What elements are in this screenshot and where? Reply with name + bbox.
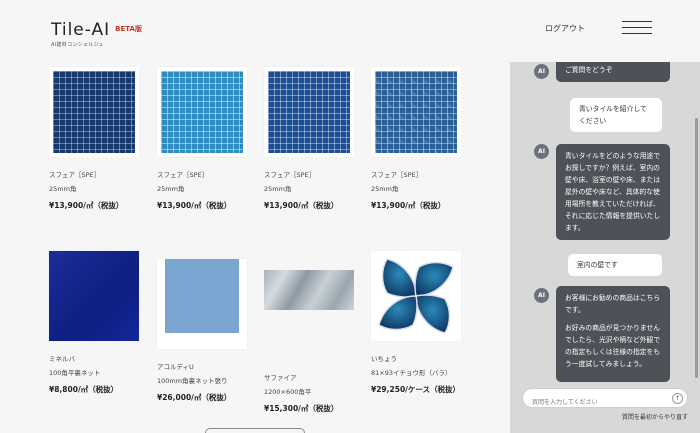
product-spec: 1200×600角平 [264, 388, 312, 396]
product-name: いちょう [371, 355, 397, 363]
product-image[interactable] [264, 270, 354, 360]
ai-message-text: お好みの商品が見つかりませんでしたら、光沢や柄など外観での指定もしくは往様の指定… [565, 324, 661, 368]
product-spec: 81×93イチョウ形（バラ） [371, 369, 452, 377]
product-name: アコルディU [157, 363, 194, 371]
ai-avatar: AI [534, 64, 549, 79]
header: Tile-AI BETA版 AI建材コンシェルジュ ログアウト [0, 0, 700, 62]
product-name: ミネルバ [49, 355, 75, 363]
logo[interactable]: Tile-AI BETA版 AI建材コンシェルジュ [51, 20, 142, 48]
ai-message-text: お客様にお勧めの商品はこちらです。 [565, 294, 661, 314]
ai-avatar: AI [534, 288, 549, 303]
product-image[interactable] [264, 67, 354, 157]
product-name: サファイア [264, 374, 297, 382]
chat-input[interactable] [532, 399, 662, 406]
product-image[interactable] [49, 67, 139, 157]
product-price: ¥13,900/㎡（税抜） [264, 201, 339, 210]
product-price: ¥26,000/㎡（税抜） [157, 393, 232, 402]
product-card[interactable]: いちょう 81×93イチョウ形（バラ） ¥29,250/ケース（税抜） [371, 251, 463, 395]
chat-scrollbar[interactable] [695, 118, 698, 378]
product-spec: 25mm角 [157, 185, 185, 193]
product-price: ¥15,300/㎡（税抜） [264, 404, 339, 413]
ai-message: ご質問をどうぞ [556, 62, 670, 82]
product-spec: 25mm角 [49, 185, 77, 193]
product-image[interactable] [371, 67, 461, 157]
product-name: スフェア［SPE］ [371, 171, 423, 179]
restart-chat-link[interactable]: 質問を最初からやり直す [622, 412, 688, 421]
user-message: 青いタイルを紹介してください [570, 98, 662, 132]
product-price: ¥13,900/㎡（税抜） [157, 201, 232, 210]
product-card[interactable]: アコルディU 100mm角裏ネット張り ¥26,000/㎡（税抜） [157, 251, 249, 403]
product-spec: 25mm角 [264, 185, 292, 193]
product-card[interactable]: サファイア 1200×600角平 ¥15,300/㎡（税抜） [264, 251, 356, 414]
chat-input-box: ↑ [522, 388, 688, 408]
ai-message: 青いタイルをどのような用途でお探しですか？例えば、室内の壁や床、浴室の壁や床、ま… [556, 144, 670, 240]
product-card[interactable]: ミネルバ 100角平裏ネット ¥8,800/㎡（税抜） [49, 251, 141, 395]
product-spec: 100mm角裏ネット張り [157, 377, 228, 385]
send-icon[interactable]: ↑ [672, 393, 683, 404]
product-spec: 25mm角 [371, 185, 399, 193]
product-card[interactable]: スフェア［SPE］ 25mm角 ¥13,900/㎡（税抜） [49, 67, 141, 211]
product-name: スフェア［SPE］ [157, 171, 209, 179]
product-card[interactable]: スフェア［SPE］ 25mm角 ¥13,900/㎡（税抜） [157, 67, 249, 211]
product-price: ¥13,900/㎡（税抜） [49, 201, 124, 210]
product-card[interactable]: スフェア［SPE］ 25mm角 ¥13,900/㎡（税抜） [371, 67, 463, 211]
logo-text: Tile-AI [51, 20, 111, 40]
product-name: スフェア［SPE］ [49, 171, 101, 179]
logout-link[interactable]: ログアウト [545, 23, 585, 34]
ginkgo-tile-icon [378, 258, 454, 334]
product-price: ¥13,900/㎡（税抜） [371, 201, 446, 210]
product-price: ¥8,800/㎡（税抜） [49, 385, 119, 394]
chat-panel: AI ご質問をどうぞ 青いタイルを紹介してください AI 青いタイルをどのような… [510, 62, 700, 433]
product-price: ¥29,250/ケース（税抜） [371, 385, 461, 394]
product-spec: 100角平裏ネット [49, 369, 101, 377]
ai-message: お客様にお勧めの商品はこちらです。 お好みの商品が見つかりませんでしたら、光沢や… [556, 286, 670, 382]
ai-avatar: AI [534, 144, 549, 159]
product-image[interactable] [49, 251, 139, 341]
user-message: 室内の壁です [568, 254, 662, 276]
hamburger-menu-icon[interactable] [622, 21, 652, 35]
product-card[interactable]: スフェア［SPE］ 25mm角 ¥13,900/㎡（税抜） [264, 67, 356, 211]
logo-subtitle: AI建材コンシェルジュ [51, 42, 104, 48]
product-name: スフェア［SPE］ [264, 171, 316, 179]
product-image[interactable] [371, 251, 461, 341]
beta-badge: BETA版 [115, 25, 142, 33]
product-image[interactable] [157, 67, 247, 157]
scroll-to-top-button[interactable] [205, 428, 305, 433]
product-image[interactable] [157, 259, 247, 349]
